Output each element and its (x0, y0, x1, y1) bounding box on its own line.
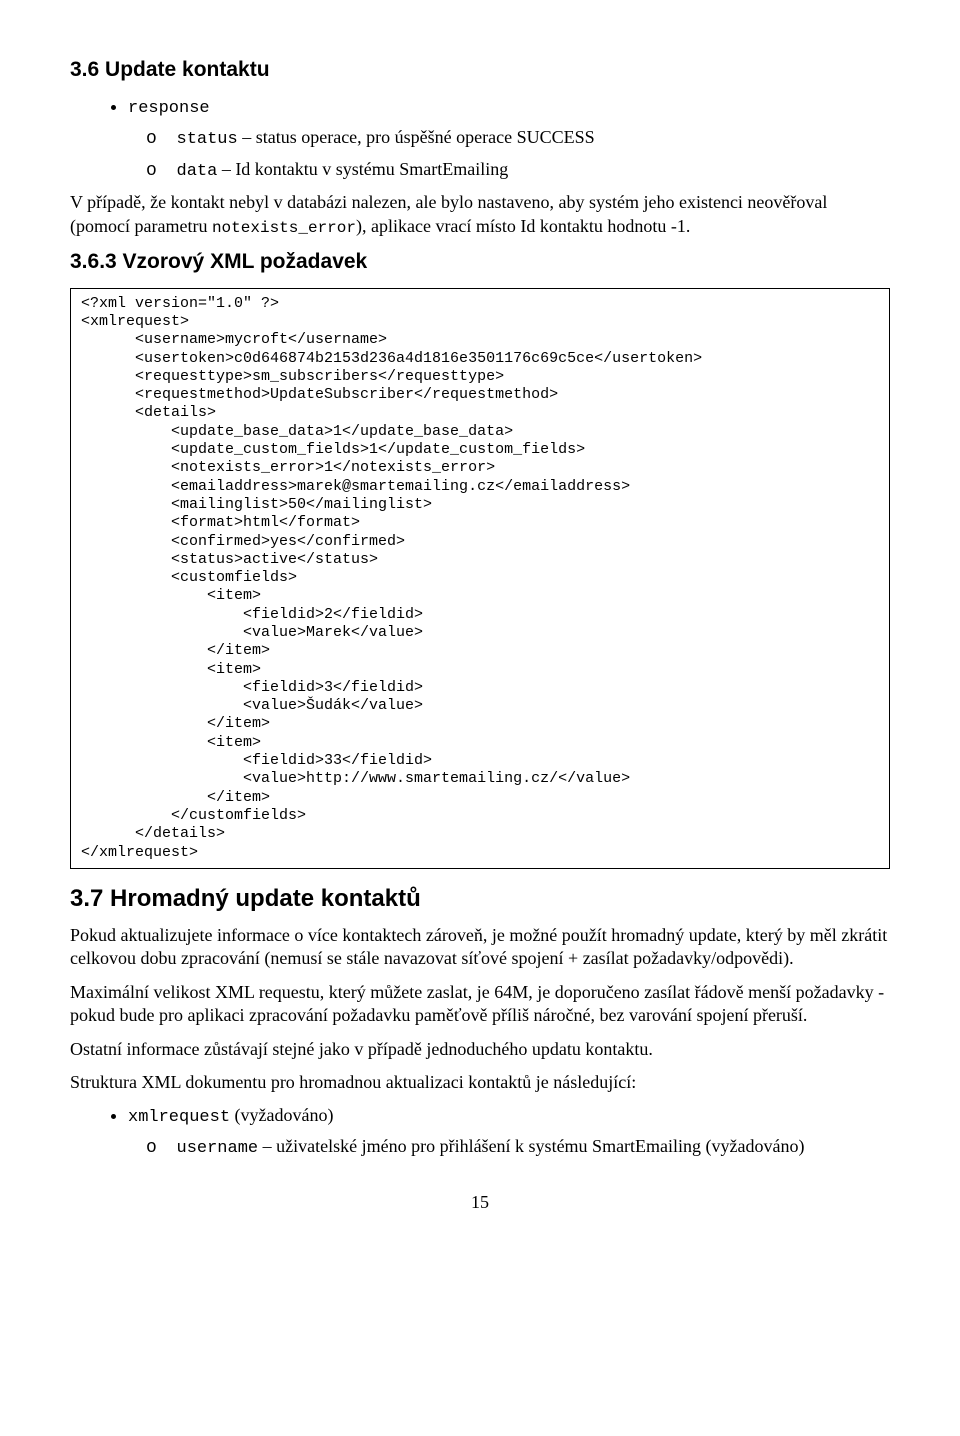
xmlrequest-item: xmlrequest (vyžadováno) username – uživa… (128, 1104, 890, 1160)
xmlrequest-code: xmlrequest (128, 1108, 230, 1127)
para-code: notexists_error (212, 219, 356, 237)
paragraph-37-2: Maximální velikost XML requestu, který m… (70, 981, 890, 1028)
page-number: 15 (70, 1191, 890, 1214)
paragraph-36: V případě, že kontakt nebyl v databázi n… (70, 191, 890, 238)
status-code: status (177, 130, 238, 149)
response-list: response status – status operace, pro ús… (70, 95, 890, 183)
response-label: response (128, 99, 210, 118)
data-item: data – Id kontaktu v systému SmartEmaili… (172, 158, 890, 183)
status-item: status – status operace, pro úspěšné ope… (172, 126, 890, 151)
para-text-after: ), aplikace vrací místo Id kontaktu hodn… (356, 216, 690, 236)
response-item: response status – status operace, pro ús… (128, 95, 890, 183)
paragraph-37-4: Struktura XML dokumentu pro hromadnou ak… (70, 1071, 890, 1094)
username-code: username (177, 1139, 259, 1158)
heading-3-6: 3.6 Update kontaktu (70, 56, 890, 83)
status-text: – status operace, pro úspěšné operace SU… (238, 127, 595, 147)
xmlrequest-text: (vyžadováno) (230, 1105, 333, 1125)
xml-code-block: <?xml version="1.0" ?> <xmlrequest> <use… (70, 288, 890, 869)
heading-3-7: 3.7 Hromadný update kontaktů (70, 883, 890, 914)
paragraph-37-1: Pokud aktualizujete informace o více kon… (70, 924, 890, 971)
data-text: – Id kontaktu v systému SmartEmailing (217, 159, 508, 179)
xmlrequest-list: xmlrequest (vyžadováno) username – uživa… (70, 1104, 890, 1160)
username-item: username – uživatelské jméno pro přihláš… (172, 1135, 890, 1160)
data-code: data (177, 162, 218, 181)
username-text: – uživatelské jméno pro přihlášení k sys… (258, 1136, 804, 1156)
xmlrequest-sublist: username – uživatelské jméno pro přihláš… (128, 1135, 890, 1160)
paragraph-37-3: Ostatní informace zůstávají stejné jako … (70, 1038, 890, 1061)
heading-3-6-3: 3.6.3 Vzorový XML požadavek (70, 248, 890, 275)
response-sublist: status – status operace, pro úspěšné ope… (128, 126, 890, 183)
